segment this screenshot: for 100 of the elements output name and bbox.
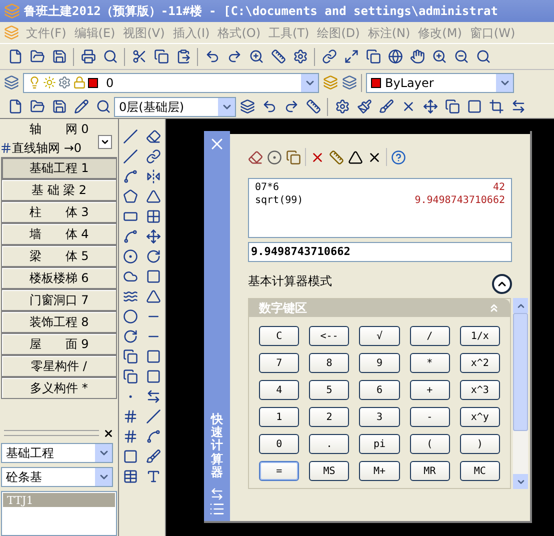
- keypad-key[interactable]: x^y: [460, 407, 500, 427]
- keypad-key[interactable]: x^2: [460, 353, 500, 373]
- keypad-key[interactable]: MR: [410, 461, 450, 481]
- keypad-key[interactable]: C: [259, 326, 300, 346]
- sub-item[interactable]: 直线轴网 →0: [12, 139, 82, 157]
- array-icon[interactable]: [146, 209, 161, 224]
- layers-icon[interactable]: [4, 75, 19, 90]
- keypad-key[interactable]: (: [410, 434, 450, 454]
- keypad-key[interactable]: 2: [309, 407, 350, 427]
- keypad-key[interactable]: .: [309, 434, 350, 454]
- category-button[interactable]: 墙 体 4: [1, 223, 117, 245]
- category-button[interactable]: 装饰工程 8: [1, 311, 117, 333]
- cloud-icon[interactable]: [123, 269, 138, 284]
- keypad-key[interactable]: /: [410, 326, 450, 346]
- keypad-key[interactable]: √: [359, 326, 400, 346]
- keypad-key[interactable]: 6: [359, 380, 400, 400]
- spline-icon[interactable]: [123, 289, 138, 304]
- category-button[interactable]: 门窗洞口 7: [1, 289, 117, 311]
- keypad-key[interactable]: M+: [359, 461, 400, 481]
- gear-icon[interactable]: [292, 49, 308, 64]
- keypad-key[interactable]: 3: [359, 407, 400, 427]
- eraser-icon[interactable]: [146, 129, 161, 144]
- scroll-down-button[interactable]: [513, 474, 528, 489]
- dropdown-button[interactable]: [98, 135, 112, 149]
- printer-icon[interactable]: [80, 49, 96, 64]
- category-button[interactable]: 楼板楼梯 6: [1, 267, 117, 289]
- rectangle-icon[interactable]: [123, 209, 138, 224]
- keypad-key[interactable]: MS: [309, 461, 350, 481]
- keypad-key[interactable]: ): [460, 434, 500, 454]
- close-icon[interactable]: [103, 428, 114, 438]
- keypad-key[interactable]: 8: [309, 353, 350, 373]
- undo-icon[interactable]: [262, 99, 276, 114]
- copy-icon[interactable]: [154, 49, 168, 64]
- layer-dropdown[interactable]: 0: [23, 72, 319, 92]
- polygon-icon[interactable]: [123, 189, 138, 204]
- category-button[interactable]: 基 础 梁 2: [1, 179, 117, 201]
- keypad-key[interactable]: +: [410, 380, 450, 400]
- category-button[interactable]: 基础工程 1: [1, 157, 117, 179]
- category-button[interactable]: 多义构件 *: [1, 377, 117, 399]
- input-field[interactable]: 9.9498743710662: [248, 242, 512, 262]
- help-icon[interactable]: [391, 150, 406, 164]
- keypad-key[interactable]: -: [410, 407, 450, 427]
- new-file-icon[interactable]: [8, 99, 22, 114]
- move-icon[interactable]: [422, 99, 438, 114]
- keypad-key[interactable]: pi: [359, 434, 400, 454]
- text-icon[interactable]: [146, 469, 161, 484]
- scroll-up-button[interactable]: [513, 298, 528, 313]
- link-icon[interactable]: [322, 49, 336, 64]
- floor-dropdown[interactable]: 0层(基础层): [114, 96, 236, 116]
- keypad-key[interactable]: 9: [359, 353, 400, 373]
- zoom-in-icon[interactable]: [432, 49, 446, 64]
- new-file-icon[interactable]: [8, 49, 22, 64]
- category-button[interactable]: 屋 面 9: [1, 333, 117, 355]
- category-button[interactable]: 梁 体 5: [1, 245, 117, 267]
- edit-icon[interactable]: [74, 99, 88, 114]
- zoom-icon[interactable]: [248, 49, 264, 64]
- table-icon[interactable]: [123, 469, 138, 484]
- color-dropdown[interactable]: ByLayer: [366, 72, 514, 92]
- mirror-icon[interactable]: [146, 169, 161, 184]
- scrollbar[interactable]: [513, 298, 528, 489]
- globe-icon[interactable]: [388, 49, 402, 64]
- keypad-key[interactable]: 1: [259, 407, 300, 427]
- crop-icon[interactable]: [488, 99, 504, 114]
- keypad-key[interactable]: 1/x: [460, 326, 500, 346]
- pan-icon[interactable]: [410, 49, 424, 64]
- keypad-key[interactable]: x^3: [460, 380, 500, 400]
- keypad-key[interactable]: *: [410, 353, 450, 373]
- category-dropdown[interactable]: 基础工程: [1, 443, 113, 463]
- cut-icon[interactable]: [132, 49, 146, 64]
- keypad-key[interactable]: 0: [259, 434, 300, 454]
- drawing-canvas[interactable]: 快速计算器 07*6 42 sqrt(99) 9.9498743710662 9.9498743710662 基本计算器模式 数字键区 C <-- √ / 1/x 7 8 9 * x^2 4 5 6 + x^3 1 2 3 - x^y 0 . pi ( ) = MS M+ MR MC: [166, 119, 554, 536]
- collapse-button[interactable]: [492, 274, 512, 294]
- panel-header[interactable]: 轴 网 0: [0, 119, 118, 139]
- keypad-key[interactable]: =: [259, 461, 300, 481]
- keypad-key[interactable]: <--: [309, 326, 350, 346]
- open-folder-icon[interactable]: [30, 99, 44, 114]
- type-dropdown[interactable]: 砼条基: [1, 467, 113, 487]
- eraser-icon[interactable]: [248, 150, 263, 164]
- circle-icon[interactable]: [123, 249, 138, 264]
- grid-icon[interactable]: [0, 142, 12, 154]
- undo-icon[interactable]: [204, 49, 220, 64]
- arc-icon[interactable]: [123, 229, 138, 244]
- rotate-icon[interactable]: [146, 249, 161, 264]
- category-button[interactable]: 柱 体 3: [1, 201, 117, 223]
- keypad-key[interactable]: 5: [309, 380, 350, 400]
- redo-icon[interactable]: [226, 49, 242, 64]
- copy-icon[interactable]: [444, 99, 460, 114]
- keypad-key[interactable]: 7: [259, 353, 300, 373]
- keypad-key[interactable]: 4: [259, 380, 300, 400]
- open-folder-icon[interactable]: [30, 49, 44, 64]
- save-icon[interactable]: [52, 49, 66, 64]
- category-button[interactable]: 零星构件 /: [1, 355, 117, 377]
- save-icon[interactable]: [52, 99, 66, 114]
- move-icon[interactable]: [146, 229, 161, 244]
- keypad-key[interactable]: MC: [460, 461, 500, 481]
- line-icon[interactable]: [123, 129, 138, 144]
- zoom-out-icon[interactable]: [454, 49, 468, 64]
- brush-icon[interactable]: [378, 99, 394, 114]
- redo-icon[interactable]: [284, 99, 298, 114]
- scroll-thumb[interactable]: [513, 313, 528, 431]
